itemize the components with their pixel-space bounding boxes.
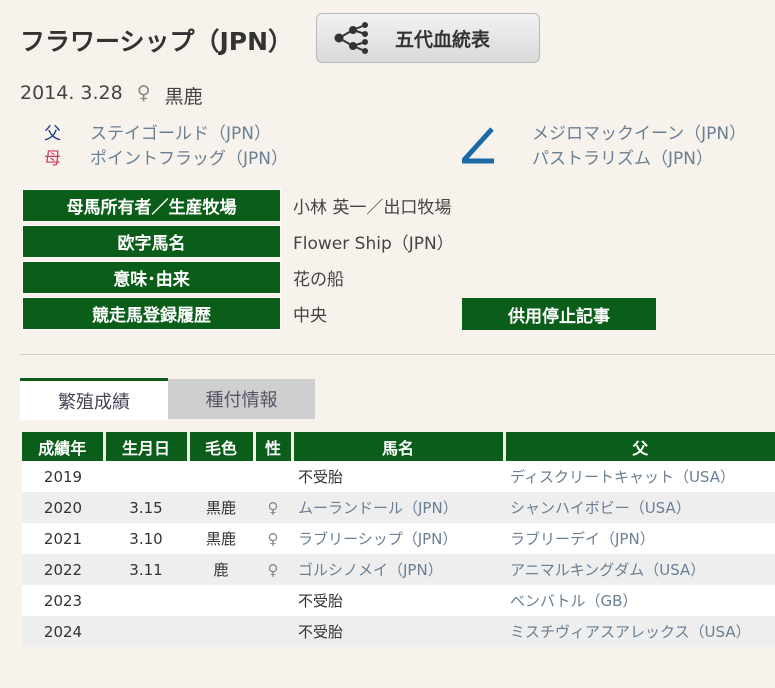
cell-horse-name-link[interactable]: ムーランドール（JPN）	[292, 492, 504, 523]
cell-year: 2020	[22, 492, 104, 523]
cell-birth-date	[104, 616, 188, 647]
cell-birth-date: 3.10	[104, 523, 188, 554]
cell-sire-link[interactable]: ラブリーデイ（JPN）	[504, 523, 775, 554]
horse-name: フラワーシップ（JPN）	[20, 27, 294, 56]
dam-relation-label: 母	[44, 149, 61, 169]
owner-row: 母馬所有者／生産牧場 小林 英一／出口牧場	[22, 189, 454, 222]
table-row: 2019 不受胎 ディスクリートキャット（USA）	[22, 461, 775, 492]
sire-link[interactable]: ステイゴールド（JPN）	[90, 124, 271, 144]
owner-label: 母馬所有者／生産牧場	[22, 189, 281, 222]
race-history-label: 競走馬登録履歴	[22, 297, 281, 330]
cell-sex	[254, 585, 292, 616]
table-header-row: 成績年 生月日 毛色 性 馬名 父	[22, 432, 775, 461]
birth-info: 2014. 3.28 ♀ 黒鹿	[20, 82, 203, 109]
sex-symbol: ♀	[136, 82, 151, 104]
cell-birth-date: 3.11	[104, 554, 188, 585]
cell-sire-link[interactable]: アニマルキングダム（USA）	[504, 554, 775, 585]
cell-year: 2021	[22, 523, 104, 554]
table-row: 2020 3.15 黒鹿 ♀ ムーランドール（JPN） シャンハイボビー（USA…	[22, 492, 775, 523]
cell-birth-date: 3.15	[104, 492, 188, 523]
dam-row: 母 ポイントフラッグ（JPN）	[44, 147, 288, 172]
cell-year: 2024	[22, 616, 104, 647]
cell-sire-link[interactable]: ベンバトル（GB）	[504, 585, 775, 616]
header-year: 成績年	[22, 432, 104, 461]
cell-coat-color	[188, 616, 254, 647]
cell-coat-color	[188, 461, 254, 492]
cell-year: 2019	[22, 461, 104, 492]
sire-relation-label: 父	[44, 124, 61, 144]
cell-coat-color	[188, 585, 254, 616]
cell-sex: ♀	[254, 523, 292, 554]
cell-sex	[254, 616, 292, 647]
roman-name-label: 欧字馬名	[22, 225, 281, 258]
cell-coat-color: 黒鹿	[188, 492, 254, 523]
tab-breeding-results[interactable]: 繁殖成績	[20, 378, 168, 420]
race-history-row: 競走馬登録履歴 中央	[22, 297, 454, 330]
roman-name-value: Flower Ship（JPN）	[293, 234, 454, 254]
damdam-link[interactable]: パストラリズム（JPN）	[532, 149, 713, 169]
pedigree-tree-icon	[334, 22, 368, 54]
section-divider	[20, 354, 775, 355]
table-row: 2024 不受胎 ミスチヴィアスアレックス（USA）	[22, 616, 775, 647]
race-history-link[interactable]: 中央	[293, 301, 327, 326]
cell-birth-date	[104, 461, 188, 492]
cell-sex	[254, 461, 292, 492]
header-birth-date: 生月日	[102, 432, 188, 461]
owner-value: 小林 英一／出口牧場	[293, 198, 452, 218]
cell-sire-link[interactable]: ディスクリートキャット（USA）	[504, 461, 775, 492]
tab-covering-info[interactable]: 種付情報	[168, 379, 315, 419]
cell-horse-name-link[interactable]: ラブリーシップ（JPN）	[292, 523, 504, 554]
table-row: 2022 3.11 鹿 ♀ ゴルシノメイ（JPN） アニマルキングダム（USA）	[22, 554, 775, 585]
meaning-value: 花の船	[293, 270, 344, 290]
cell-sire-link[interactable]: ミスチヴィアスアレックス（USA）	[504, 616, 775, 647]
cell-year: 2023	[22, 585, 104, 616]
cell-sex: ♀	[254, 492, 292, 523]
header-coat-color: 毛色	[186, 432, 254, 461]
table-row: 2023 不受胎 ベンバトル（GB）	[22, 585, 775, 616]
parents-left: 父 ステイゴールド（JPN） 母 ポイントフラッグ（JPN）	[44, 122, 288, 172]
parents-right: メジロマックイーン（JPN） パストラリズム（JPN）	[532, 122, 746, 172]
title-row: フラワーシップ（JPN）	[20, 14, 293, 66]
header-sire: 父	[502, 432, 775, 461]
pedigree-button[interactable]: 五代血統表	[316, 13, 540, 63]
cell-coat-color: 黒鹿	[188, 523, 254, 554]
lineage-connector-icon	[462, 127, 494, 164]
dam-link[interactable]: ポイントフラッグ（JPN）	[90, 149, 288, 169]
damsire-link[interactable]: メジロマックイーン（JPN）	[532, 124, 746, 144]
header-horse-name: 馬名	[290, 432, 504, 461]
sire-row: 父 ステイゴールド（JPN）	[44, 122, 288, 147]
cell-sex: ♀	[254, 554, 292, 585]
cell-horse-name-link[interactable]: ゴルシノメイ（JPN）	[292, 554, 504, 585]
pedigree-button-label: 五代血統表	[395, 28, 491, 51]
cell-year: 2022	[22, 554, 104, 585]
cell-coat-color: 鹿	[188, 554, 254, 585]
roman-name-row: 欧字馬名 Flower Ship（JPN）	[22, 225, 454, 258]
coat-color: 黒鹿	[164, 86, 203, 108]
table-row: 2021 3.10 黒鹿 ♀ ラブリーシップ（JPN） ラブリーデイ（JPN）	[22, 523, 775, 554]
info-table: 母馬所有者／生産牧場 小林 英一／出口牧場 欧字馬名 Flower Ship（J…	[22, 189, 454, 333]
meaning-label: 意味･由来	[22, 261, 281, 294]
cell-birth-date	[104, 585, 188, 616]
birth-date: 2014. 3.28	[20, 82, 123, 104]
header-sex: 性	[252, 432, 292, 461]
retirement-article-button[interactable]: 供用停止記事	[462, 298, 656, 330]
breeding-results-table: 成績年 生月日 毛色 性 馬名 父 2019 不受胎 ディスクリートキャット（U…	[22, 432, 775, 647]
cell-horse-name: 不受胎	[292, 616, 504, 647]
cell-horse-name: 不受胎	[292, 461, 504, 492]
cell-horse-name: 不受胎	[292, 585, 504, 616]
cell-sire-link[interactable]: シャンハイボビー（USA）	[504, 492, 775, 523]
meaning-row: 意味･由来 花の船	[22, 261, 454, 294]
